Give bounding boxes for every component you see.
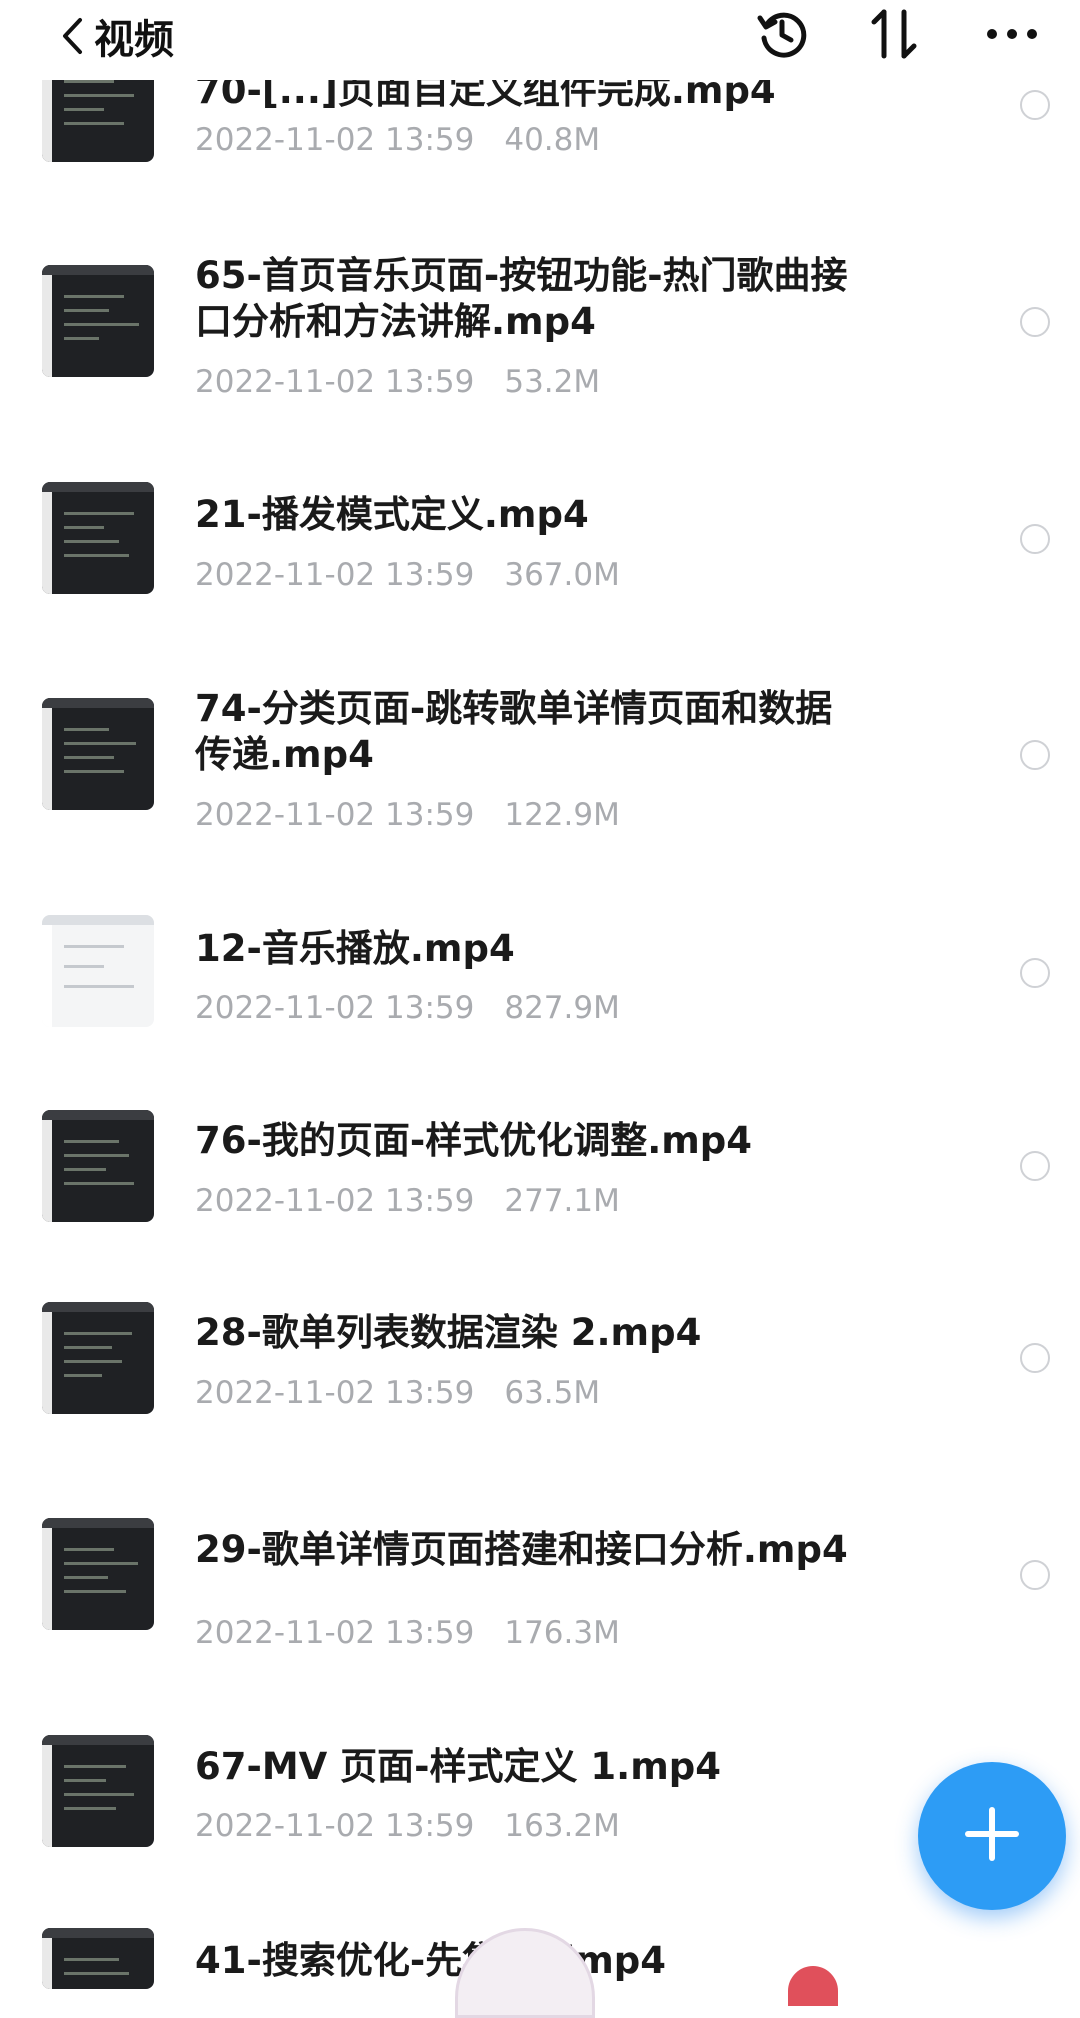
- file-name: 21-播发模式定义.mp4: [195, 493, 589, 536]
- video-thumbnail: [42, 1735, 154, 1847]
- video-thumbnail: [42, 265, 154, 377]
- file-date: 2022-11-02 13:59: [195, 1808, 475, 1844]
- select-radio[interactable]: [1020, 1560, 1050, 1590]
- video-thumbnail: [42, 1518, 154, 1630]
- video-thumbnail: [42, 1928, 154, 1989]
- file-meta: 2022-11-02 13:59 63.5M: [195, 1373, 600, 1413]
- select-radio[interactable]: [1020, 1343, 1050, 1373]
- file-meta: 2022-11-02 13:59 40.8M: [195, 120, 600, 160]
- file-meta: 2022-11-02 13:59 827.9M: [195, 988, 620, 1028]
- sort-icon: [868, 6, 920, 66]
- more-button[interactable]: [980, 4, 1044, 68]
- video-thumbnail: [42, 915, 154, 1027]
- file-meta: 2022-11-02 13:59 367.0M: [195, 555, 620, 595]
- file-meta: 2022-11-02 13:59 277.1M: [195, 1181, 620, 1221]
- select-radio[interactable]: [1020, 90, 1050, 120]
- video-thumbnail: [42, 1110, 154, 1222]
- file-size: 163.2M: [504, 1808, 620, 1844]
- more-horizontal-icon: [984, 26, 1040, 46]
- file-meta: 2022-11-02 13:59 122.9M: [195, 795, 620, 835]
- file-name: 28-歌单列表数据渲染 2.mp4: [195, 1311, 702, 1354]
- file-date: 2022-11-02 13:59: [195, 122, 475, 158]
- back-button[interactable]: 视频: [60, 6, 174, 66]
- file-name: 67-MV 页面-样式定义 1.mp4: [195, 1745, 722, 1788]
- file-size: 40.8M: [504, 122, 601, 158]
- file-name: 29-歌单详情页面搭建和接口分析.mp4: [195, 1528, 848, 1571]
- chevron-left-icon: [60, 16, 84, 56]
- app-header: 视频: [0, 0, 1080, 80]
- file-name: 76-我的页面-样式优化调整.mp4: [195, 1119, 753, 1162]
- select-radio[interactable]: [1020, 524, 1050, 554]
- select-radio[interactable]: [1020, 307, 1050, 337]
- file-size: 63.5M: [504, 1375, 601, 1411]
- select-radio[interactable]: [1020, 958, 1050, 988]
- file-date: 2022-11-02 13:59: [195, 364, 475, 400]
- history-button[interactable]: [750, 4, 814, 68]
- file-date: 2022-11-02 13:59: [195, 990, 475, 1026]
- video-thumbnail: [42, 482, 154, 594]
- file-size: 122.9M: [504, 797, 620, 833]
- file-date: 2022-11-02 13:59: [195, 1183, 475, 1219]
- video-thumbnail: [42, 698, 154, 810]
- file-date: 2022-11-02 13:59: [195, 1615, 475, 1651]
- file-meta: 2022-11-02 13:59 53.2M: [195, 362, 600, 402]
- file-size: 176.3M: [504, 1615, 620, 1651]
- plus-icon: [962, 1804, 1022, 1868]
- file-name: 65-首页音乐页面-按钮功能-热门歌曲接 口分析和方法讲解.mp4: [195, 254, 848, 343]
- history-icon: [754, 6, 810, 66]
- select-radio[interactable]: [1020, 740, 1050, 770]
- file-size: 827.9M: [504, 990, 620, 1026]
- file-size: 53.2M: [504, 364, 601, 400]
- file-date: 2022-11-02 13:59: [195, 797, 475, 833]
- video-thumbnail: [42, 1302, 154, 1414]
- file-meta: 2022-11-02 13:59 176.3M: [195, 1613, 620, 1653]
- page-title: 视频: [94, 17, 174, 63]
- file-list: 70-[...]页面自定义组件完成.mp4 2022-11-02 13:59 40…: [0, 0, 1080, 1989]
- select-radio[interactable]: [1020, 1151, 1050, 1181]
- sort-button[interactable]: [862, 4, 926, 68]
- add-button[interactable]: [918, 1762, 1066, 1910]
- file-date: 2022-11-02 13:59: [195, 1375, 475, 1411]
- file-meta: 2022-11-02 13:59 163.2M: [195, 1806, 620, 1846]
- file-name: 12-音乐播放.mp4: [195, 927, 515, 970]
- file-name: 74-分类页面-跳转歌单详情页面和数据 传递.mp4: [195, 687, 833, 776]
- file-size: 367.0M: [504, 557, 620, 593]
- file-size: 277.1M: [504, 1183, 620, 1219]
- file-date: 2022-11-02 13:59: [195, 557, 475, 593]
